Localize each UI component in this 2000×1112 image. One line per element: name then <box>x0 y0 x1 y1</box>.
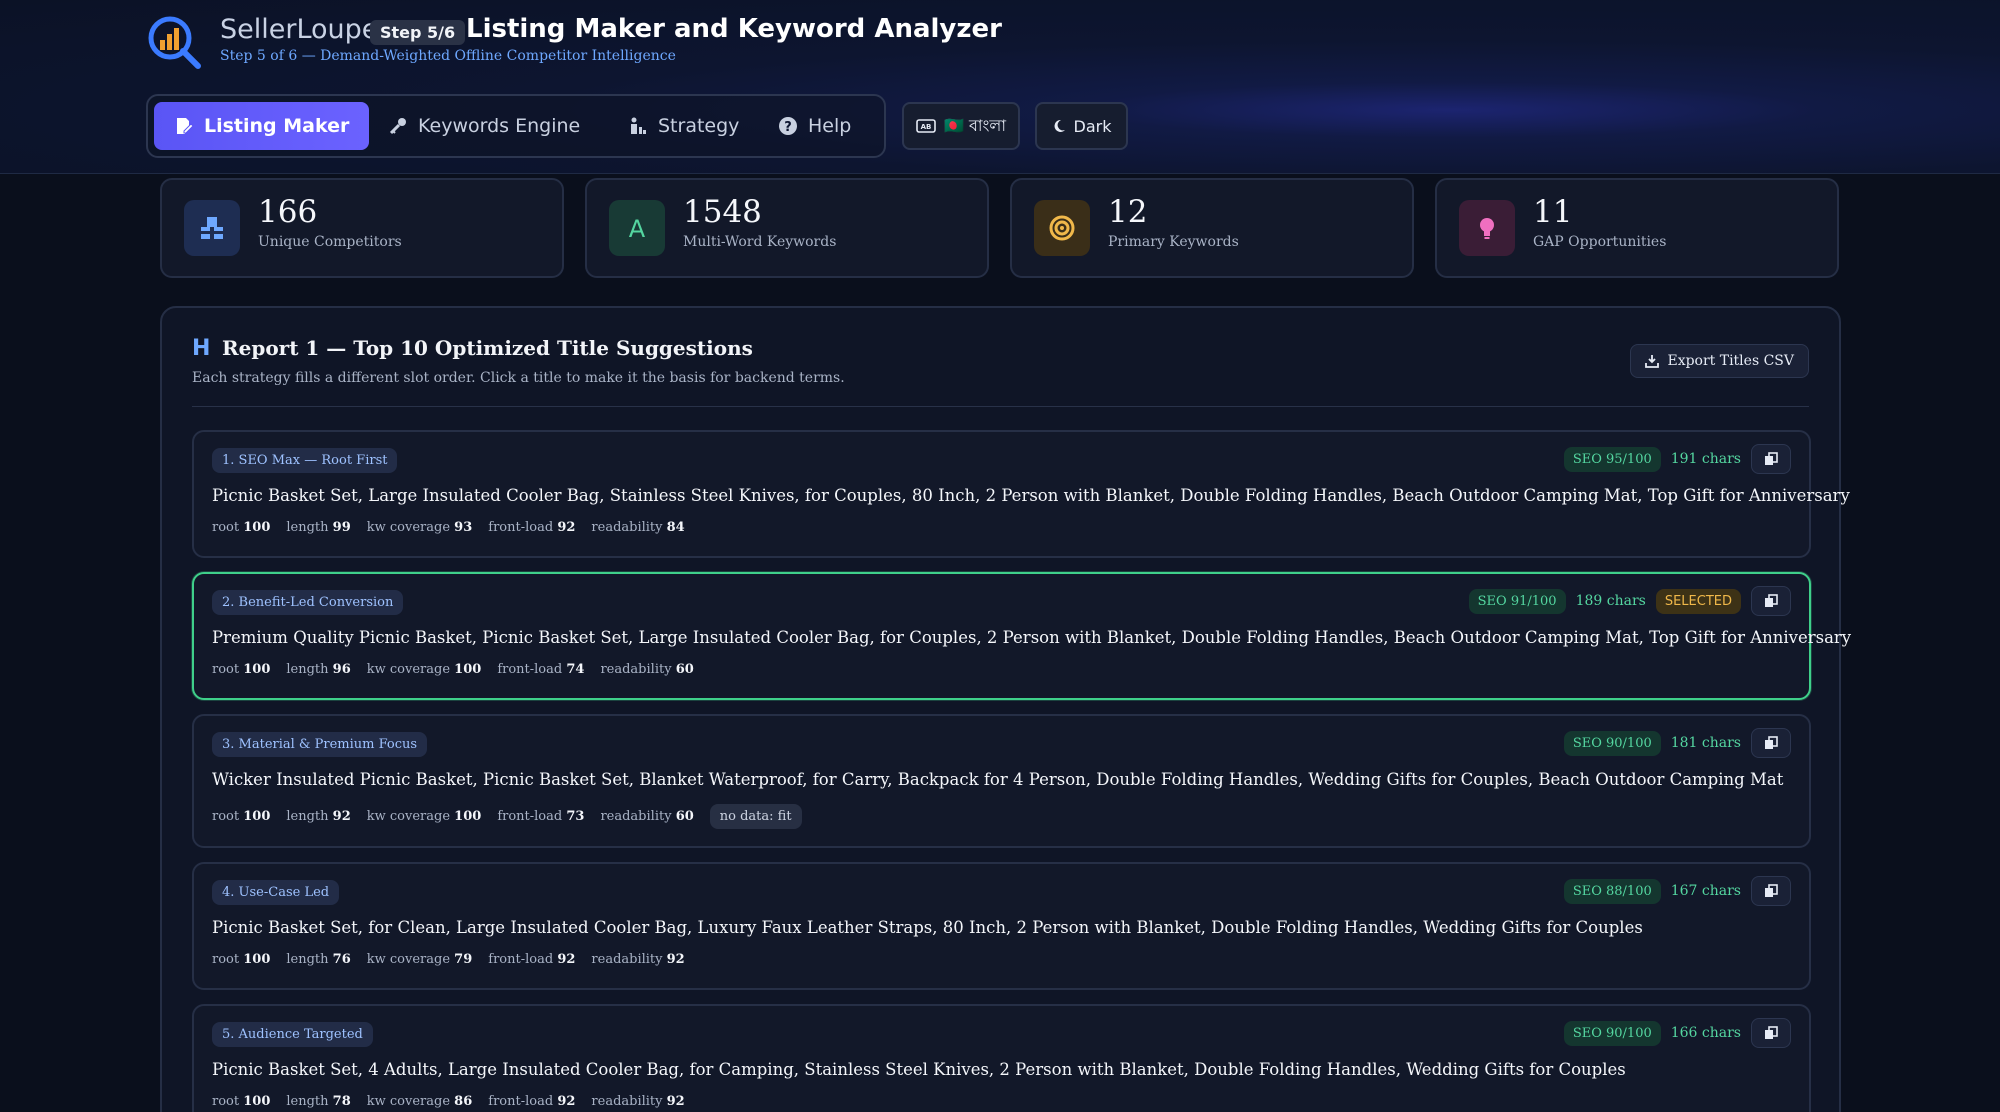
page-subtitle: Step 5 of 6 — Demand-Weighted Offline Co… <box>220 48 676 64</box>
seo-score-badge: SEO 91/100 <box>1468 588 1566 614</box>
title-text: Picnic Basket Set, 4 Adults, Large Insul… <box>212 1060 1626 1079</box>
seo-score-badge: SEO 90/100 <box>1563 1020 1661 1046</box>
heading-icon: H <box>192 336 211 361</box>
copy-icon <box>1765 452 1778 465</box>
tab-keywords-engine[interactable]: Keywords Engine <box>368 102 600 150</box>
letter-a-icon: A <box>609 200 665 256</box>
brand-name: SellerLoupe <box>220 14 379 45</box>
stat-card-competitors: 166 Unique Competitors <box>160 178 564 278</box>
title-text: Premium Quality Picnic Basket, Picnic Ba… <box>212 628 1852 647</box>
score-metrics: root 100 length 78 kw coverage 86 front-… <box>212 1094 685 1109</box>
svg-text:AB: AB <box>921 123 932 131</box>
help-icon: ? <box>779 117 797 135</box>
copy-button[interactable] <box>1751 876 1791 906</box>
strategy-badge: 4. Use-Case Led <box>212 880 340 905</box>
stat-value: 1548 <box>683 194 762 230</box>
stat-card-multiword-keywords: A 1548 Multi-Word Keywords <box>585 178 989 278</box>
strategy-badge: 2. Benefit-Led Conversion <box>212 590 404 615</box>
title-suggestion-card[interactable]: 5. Audience Targeted SEO 90/100 166 char… <box>192 1004 1811 1112</box>
copy-button[interactable] <box>1751 444 1791 474</box>
report-description: Each strategy fills a different slot ord… <box>192 370 845 386</box>
seo-score-badge: SEO 95/100 <box>1563 446 1661 472</box>
stat-value: 166 <box>258 194 318 230</box>
theme-toggle-button[interactable]: Dark <box>1035 102 1128 150</box>
copy-icon <box>1765 594 1778 607</box>
strategy-badge: 1. SEO Max — Root First <box>212 448 398 473</box>
app-header: SellerLoupe Step 5/6 Listing Maker and K… <box>0 0 2000 174</box>
moon-icon <box>1054 119 1065 132</box>
title-suggestion-card[interactable]: 1. SEO Max — Root First SEO 95/100 191 c… <box>192 430 1850 558</box>
seo-score-badge: SEO 90/100 <box>1563 730 1661 756</box>
copy-button[interactable] <box>1751 728 1791 758</box>
card-meta: SEO 95/100 191 chars <box>1563 444 1791 474</box>
card-meta: SEO 90/100 166 chars <box>1563 1018 1791 1048</box>
title-suggestion-card[interactable]: 4. Use-Case Led SEO 88/100 167 chars Pic… <box>192 862 1811 990</box>
title-text: Picnic Basket Set, Large Insulated Coole… <box>212 486 1850 505</box>
report-panel: H Report 1 — Top 10 Optimized Title Sugg… <box>160 306 1852 1112</box>
language-toggle-button[interactable]: AB 🇧🇩 বাংলা <box>902 102 1020 150</box>
card-meta: SEO 91/100 189 chars SELECTED <box>1468 586 1791 616</box>
title-suggestion-card[interactable]: 3. Material & Premium Focus SEO 90/100 1… <box>192 714 1811 848</box>
strategy-icon <box>631 117 646 134</box>
lightbulb-icon <box>1459 200 1515 256</box>
tab-help[interactable]: ? Help <box>758 102 871 150</box>
language-icon: AB <box>916 119 936 133</box>
card-meta: SEO 90/100 181 chars <box>1563 728 1791 758</box>
stat-card-gap-opportunities: 11 GAP Opportunities <box>1435 178 1839 278</box>
stat-value: 11 <box>1533 194 1573 230</box>
download-icon <box>1645 355 1660 368</box>
char-count: 166 chars <box>1670 1025 1741 1041</box>
tab-strategy[interactable]: Strategy <box>608 102 759 150</box>
page-title: Listing Maker and Keyword Analyzer <box>466 14 1002 44</box>
score-metrics: root 100 length 99 kw coverage 93 front-… <box>212 520 685 535</box>
copy-icon <box>1765 736 1778 749</box>
seo-score-badge: SEO 88/100 <box>1563 878 1661 904</box>
title-text: Wicker Insulated Picnic Basket, Picnic B… <box>212 770 1784 789</box>
svg-text:A: A <box>629 215 646 243</box>
stat-label: Multi-Word Keywords <box>683 234 837 250</box>
char-count: 191 chars <box>1670 451 1741 467</box>
stat-label: Unique Competitors <box>258 234 402 250</box>
stat-label: GAP Opportunities <box>1533 234 1667 250</box>
edit-icon <box>177 118 194 134</box>
copy-icon <box>1765 884 1778 897</box>
strategy-badge: 3. Material & Premium Focus <box>212 732 428 757</box>
report-title: Report 1 — Top 10 Optimized Title Sugges… <box>222 336 753 360</box>
language-label: 🇧🇩 বাংলা <box>943 115 1006 135</box>
score-metrics: root 100 length 96 kw coverage 100 front… <box>212 662 694 677</box>
char-count: 167 chars <box>1670 883 1741 899</box>
title-text: Picnic Basket Set, for Clean, Large Insu… <box>212 918 1643 937</box>
copy-button[interactable] <box>1751 1018 1791 1048</box>
stat-card-primary-keywords: 12 Primary Keywords <box>1010 178 1414 278</box>
divider <box>192 406 1809 407</box>
card-meta: SEO 88/100 167 chars <box>1563 876 1791 906</box>
title-suggestion-card-selected[interactable]: 2. Benefit-Led Conversion SEO 91/100 189… <box>192 572 1852 700</box>
target-icon <box>1034 200 1090 256</box>
stat-value: 12 <box>1108 194 1148 230</box>
theme-label: Dark <box>1073 116 1112 136</box>
svg-text:?: ? <box>784 120 792 135</box>
tab-label: Help <box>808 115 852 137</box>
magnifier-chart-logo-icon <box>148 16 201 69</box>
selected-badge: SELECTED <box>1655 588 1741 614</box>
main-tabs: Listing Maker Keywords Engine Strategy ?… <box>146 94 886 158</box>
tab-listing-maker[interactable]: Listing Maker <box>154 102 370 150</box>
tab-label: Strategy <box>658 115 740 137</box>
no-data-badge: no data: fit <box>709 804 802 829</box>
char-count: 181 chars <box>1670 735 1741 751</box>
copy-icon <box>1765 1026 1778 1039</box>
copy-button[interactable] <box>1751 586 1791 616</box>
strategy-badge: 5. Audience Targeted <box>212 1022 373 1047</box>
tab-label: Keywords Engine <box>418 115 581 137</box>
score-metrics: root 100 length 76 kw coverage 79 front-… <box>212 952 685 967</box>
key-icon <box>389 118 406 135</box>
competitors-icon <box>184 200 240 256</box>
step-badge: Step 5/6 <box>370 20 466 45</box>
char-count: 189 chars <box>1575 593 1646 609</box>
stat-label: Primary Keywords <box>1108 234 1239 250</box>
score-metrics: root 100 length 92 kw coverage 100 front… <box>212 804 802 829</box>
export-label: Export Titles CSV <box>1667 353 1794 369</box>
tab-label: Listing Maker <box>204 115 350 137</box>
export-titles-csv-button[interactable]: Export Titles CSV <box>1630 344 1809 378</box>
